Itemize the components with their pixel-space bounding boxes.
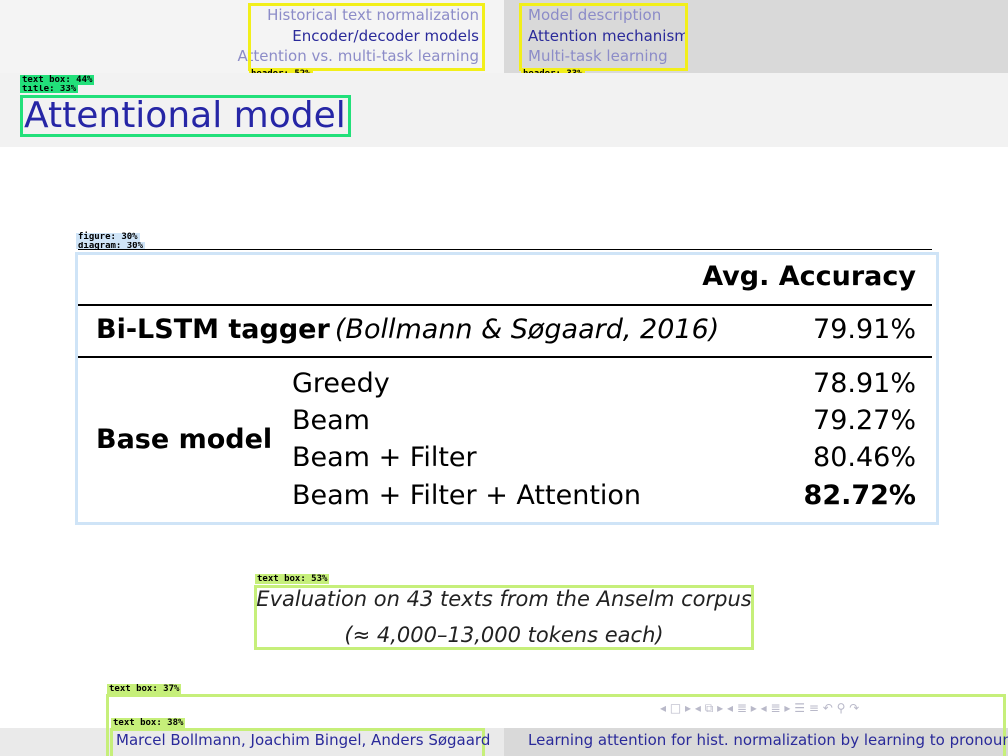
variant-greedy: Greedy: [292, 368, 390, 399]
baseline-citation: (Bollmann & Søgaard, 2016): [334, 314, 720, 345]
prev-subsection-icon[interactable]: ◂: [695, 701, 701, 715]
title-annotation-label-1: text box: 44%: [20, 75, 95, 85]
prev-section-icon[interactable]: ◂: [727, 701, 733, 715]
caption-line-2: (≈ 4,000–13,000 tokens each): [344, 623, 664, 647]
doc-icon[interactable]: ≣: [770, 701, 780, 715]
variant-beam-filter-attention: Beam + Filter + Attention: [292, 480, 642, 511]
forward-icon[interactable]: ↷: [849, 701, 859, 715]
prev-frame-icon[interactable]: ◂: [660, 701, 666, 715]
baseline-row: Bi-LSTM tagger (Bollmann & Søgaard, 2016…: [96, 315, 719, 348]
footer-authors: Marcel Bollmann, Joachim Bingel, Anders …: [116, 731, 491, 749]
table-header-avg-accuracy: Avg. Accuracy: [702, 261, 916, 292]
beamer-nav-controls: ◂ □ ▸ ◂ ⧉ ▸ ◂ ≣ ▸ ◂ ≣ ▸ ☰ ≡ ↶ ⚲ ↷: [660, 701, 859, 716]
diagram-annotation-label: diagram: 30%: [76, 242, 146, 249]
next-doc-icon[interactable]: ▸: [784, 701, 790, 715]
section-icon[interactable]: ≣: [737, 701, 747, 715]
caption-annotation-label: text box: 53%: [255, 574, 330, 584]
value-beam-filter-attention: 82.72%: [803, 480, 916, 511]
header-annotation-box-left: [248, 3, 485, 71]
baseline-value: 79.91%: [813, 314, 916, 345]
title-annotation-box: [20, 95, 351, 137]
table-header-rule: [78, 304, 932, 306]
subsection-icon[interactable]: ⧉: [705, 701, 714, 715]
back-icon[interactable]: ↶: [823, 701, 833, 715]
search-icon[interactable]: ⚲: [837, 701, 846, 715]
frame-icon[interactable]: □: [670, 701, 681, 715]
title-annotation-label-2: title: 33%: [20, 85, 79, 93]
table-mid-rule: [78, 356, 932, 358]
value-beam-filter: 80.46%: [813, 442, 916, 473]
next-section-icon[interactable]: ▸: [751, 701, 757, 715]
toc-icon[interactable]: ☰: [794, 701, 805, 715]
value-beam: 79.27%: [813, 405, 916, 436]
prev-doc-icon[interactable]: ◂: [761, 701, 767, 715]
value-greedy: 78.91%: [813, 368, 916, 399]
caption-line-1: Evaluation on 43 texts from the Anselm c…: [256, 587, 752, 611]
align-icon[interactable]: ≡: [809, 701, 819, 715]
variant-beam: Beam: [292, 405, 370, 436]
footer-short-title: Learning attention for hist. normalizati…: [528, 731, 1008, 749]
table-top-rule: [78, 249, 932, 250]
authors-annotation-label: text box: 38%: [111, 718, 186, 728]
footer-annotation-label: text box: 37%: [107, 684, 182, 694]
figure-annotation-label: figure: 30%: [76, 232, 140, 242]
next-frame-icon[interactable]: ▸: [685, 701, 691, 715]
baseline-name: Bi-LSTM tagger: [96, 314, 330, 345]
variant-beam-filter: Beam + Filter: [292, 442, 477, 473]
header-annotation-box-right: [519, 3, 688, 71]
next-subsection-icon[interactable]: ▸: [717, 701, 723, 715]
group-label-base-model: Base model: [96, 424, 273, 455]
